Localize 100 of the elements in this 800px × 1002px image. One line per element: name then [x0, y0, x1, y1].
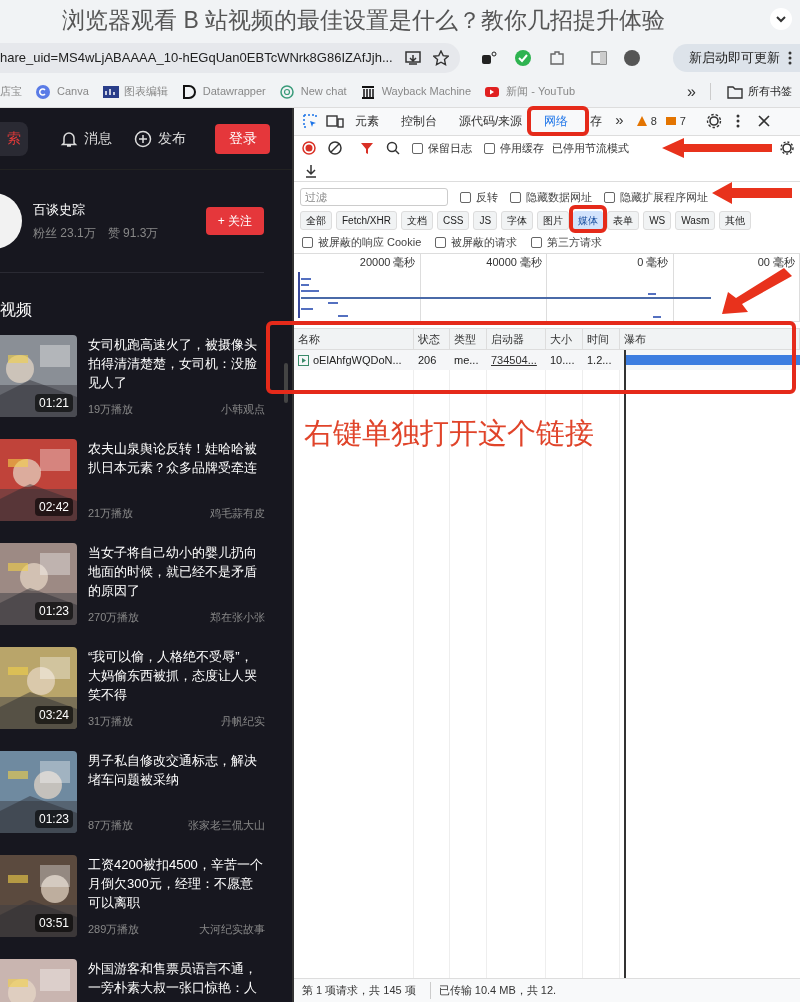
- author-name[interactable]: 鸡毛蒜有皮: [210, 504, 265, 521]
- video-title[interactable]: 农夫山泉舆论反转！娃哈哈被扒日本元素？众多品牌受牵连: [88, 439, 265, 477]
- canva-icon: [36, 84, 52, 99]
- play-count: 87万播放: [88, 817, 134, 833]
- column-header[interactable]: 状态: [418, 330, 440, 348]
- sidebar-icon[interactable]: [590, 49, 608, 67]
- device-icon[interactable]: [326, 113, 344, 129]
- scrollbar: [284, 363, 288, 403]
- timeline-tick: 40000 毫秒: [486, 255, 542, 268]
- devtools-tab[interactable]: 存: [579, 109, 614, 135]
- clear-icon[interactable]: [328, 141, 342, 155]
- type-filter-chip[interactable]: Fetch/XHR: [336, 210, 397, 230]
- author-name[interactable]: 张家老三侃大山: [188, 816, 265, 833]
- throttle-select[interactable]: 已停用节流模式: [552, 139, 629, 157]
- devtools-tab[interactable]: 源代码/来源: [448, 109, 534, 135]
- warnings-badge[interactable]: 8: [635, 112, 657, 129]
- avatar-icon[interactable]: [624, 50, 640, 66]
- duration-label: 02:42: [34, 498, 73, 516]
- author-name[interactable]: 大河纪实故事: [199, 920, 265, 937]
- devtools-tab[interactable]: 网络: [533, 109, 580, 135]
- folder-icon: [727, 84, 743, 99]
- type-filter-chip[interactable]: WS: [643, 210, 672, 230]
- checkbox[interactable]: 保留日志: [412, 139, 472, 157]
- duration-label: 01:21: [34, 394, 73, 412]
- column-header[interactable]: 大小: [550, 330, 572, 348]
- type-filter-chip[interactable]: 媒体: [573, 210, 604, 230]
- publish-link[interactable]: 发布: [134, 128, 186, 149]
- video-title[interactable]: 男子私自修改交通标志，解决堵车问题被采纳: [88, 751, 265, 789]
- type-filter-chip[interactable]: CSS: [436, 210, 470, 230]
- column-header[interactable]: 名称: [298, 330, 320, 348]
- check-icon[interactable]: [514, 49, 532, 67]
- filter-field[interactable]: 过滤: [300, 188, 448, 206]
- type-filter-chip[interactable]: JS: [473, 210, 498, 230]
- video-title[interactable]: “我可以偷，人格绝不受辱”，大妈偷东西被抓，态度让人哭笑不得: [88, 647, 265, 704]
- type-filter-chip[interactable]: 文档: [400, 210, 433, 230]
- login-button[interactable]: 登录: [215, 123, 270, 154]
- chevron-button[interactable]: »: [687, 79, 696, 104]
- address-bar[interactable]: hare_uid=MS4wLjABAAAA_10-hEGqUan0EBTcWNrk8G86IZAfJjh...: [0, 43, 460, 73]
- checkbox[interactable]: 被屏蔽的响应 Cookie: [302, 234, 422, 251]
- settings-icon[interactable]: [780, 141, 794, 155]
- video-title[interactable]: 当女子将自己幼小的婴儿扔向地面的时候，就已经不是矛盾的原因了: [88, 543, 265, 600]
- star-icon[interactable]: [432, 50, 449, 66]
- type-filter-chip[interactable]: 图片: [537, 210, 570, 230]
- record-icon[interactable]: [302, 141, 316, 155]
- install-icon[interactable]: [404, 50, 421, 66]
- table-cell-text: 1.2...: [587, 352, 612, 368]
- filter-icon[interactable]: [360, 141, 374, 155]
- checkbox[interactable]: 隐藏扩展程序网址: [604, 188, 708, 206]
- chevron-button[interactable]: [770, 8, 792, 30]
- all-bookmarks[interactable]: 所有书签: [710, 83, 800, 100]
- video-title[interactable]: 女司机跑高速火了，被摄像头拍得清清楚楚，女司机：没脸见人了: [88, 335, 265, 392]
- video-title[interactable]: 外国游客和售票员语言不通，一旁朴素大叔一张口惊艳：人: [88, 959, 265, 997]
- author-name[interactable]: 丹帆纪实: [221, 712, 265, 729]
- update-button[interactable]: 新启动即可更新: [673, 44, 800, 72]
- download-icon[interactable]: [304, 163, 318, 178]
- media-icon: [298, 354, 309, 366]
- issues-badge[interactable]: 7: [664, 112, 686, 129]
- messages-link[interactable]: 消息: [60, 128, 112, 149]
- timeline-tick: 00 毫秒: [757, 255, 795, 268]
- plus-icon: [134, 129, 152, 148]
- checkbox[interactable]: 隐藏数据网址: [510, 188, 592, 206]
- more-icon[interactable]: [735, 114, 740, 128]
- type-filter-chip[interactable]: 其他: [719, 210, 752, 230]
- checkbox[interactable]: 被屏蔽的请求: [435, 234, 518, 251]
- table-cell-text: me...: [454, 352, 479, 368]
- author-name[interactable]: 小韩观点: [221, 400, 265, 417]
- close-icon[interactable]: [757, 115, 770, 127]
- play-count: 31万播放: [88, 713, 134, 729]
- inspect-icon[interactable]: [302, 113, 318, 129]
- devtools-tab[interactable]: 元素: [344, 109, 390, 135]
- timeline-tick: 20000 毫秒: [359, 255, 416, 268]
- author-name[interactable]: 郑在张小张: [210, 608, 265, 625]
- checkbox[interactable]: 反转: [460, 188, 498, 206]
- column-header[interactable]: 瀑布: [624, 330, 646, 348]
- more-tabs-button[interactable]: »: [615, 108, 624, 131]
- type-filter-chip[interactable]: 表单: [607, 210, 640, 230]
- column-header[interactable]: 类型: [454, 330, 476, 348]
- follow-button[interactable]: + 关注: [206, 207, 264, 235]
- initiator-link[interactable]: 734504...: [491, 351, 537, 369]
- video-title[interactable]: 工资4200被扣4500，辛苦一个月倒欠300元，经理：不愿意可以离职: [88, 855, 265, 912]
- type-filter-chip[interactable]: Wasm: [675, 210, 716, 230]
- column-header[interactable]: 时间: [587, 330, 609, 348]
- fans-count: 粉丝 23.1万: [33, 224, 96, 242]
- column-header[interactable]: 启动器: [491, 330, 524, 348]
- duration-label: 01:23: [34, 810, 73, 828]
- duration-label: 01:23: [34, 602, 73, 620]
- settings-icon[interactable]: [705, 113, 722, 129]
- devtools-tab[interactable]: 控制台: [390, 109, 448, 135]
- checkbox[interactable]: 停用缓存: [484, 139, 544, 157]
- extension-icon[interactable]: [480, 49, 498, 67]
- timeline-tick: 0 毫秒: [637, 255, 669, 268]
- search-icon[interactable]: [386, 141, 400, 155]
- checkbox[interactable]: 第三方请求: [531, 234, 603, 251]
- duration-label: 03:51: [34, 914, 73, 932]
- duration-label: 03:24: [34, 706, 73, 724]
- puzzle-icon[interactable]: [548, 49, 566, 67]
- more-icon[interactable]: [788, 51, 792, 65]
- type-filter-chip[interactable]: 字体: [501, 210, 534, 230]
- type-filter-chip[interactable]: 全部: [300, 210, 332, 230]
- annotation-text: 右键单独打开这个链接: [304, 416, 594, 451]
